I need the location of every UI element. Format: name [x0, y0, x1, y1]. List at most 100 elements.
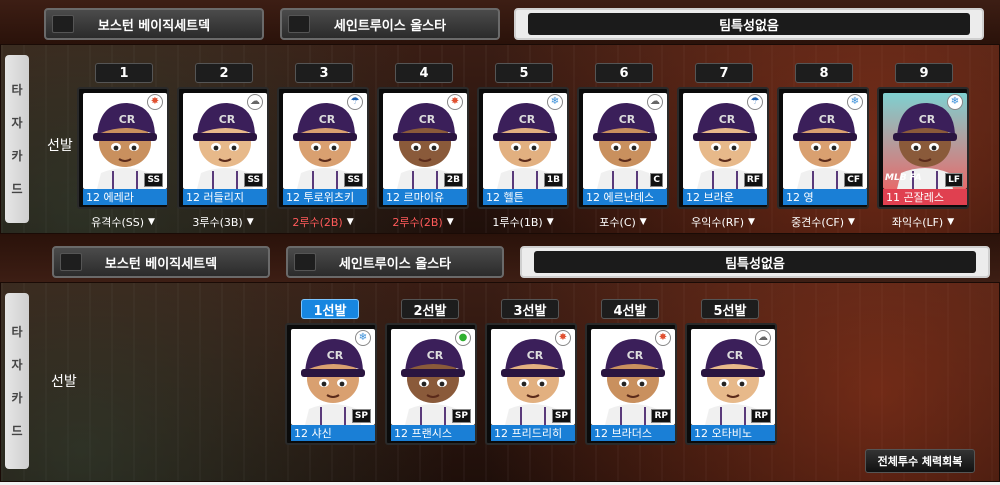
tab-label: 팀특성없음 [534, 251, 976, 273]
svg-text:CR: CR [719, 113, 736, 126]
lineup-row-label: 선발 [47, 138, 73, 154]
fire-icon: ✸ [147, 94, 163, 110]
pitcher-panel: 타 자 카 드 선발 1선발 2선발 3선발 4선발 5선발 CR ❄ SP 12 샤신… [0, 282, 1000, 482]
tab-label: 보스턴 베이직세트덱 [97, 18, 211, 34]
rotation-slot-tab[interactable]: 1선발 [301, 299, 359, 319]
pitcher-card[interactable]: CR ● SP 12 프랜시스 [385, 323, 477, 445]
position-badge: SP [451, 409, 471, 423]
rotation-slot-tab[interactable]: 4선발 [601, 299, 659, 319]
dropdown-arrow-icon: ▼ [446, 217, 454, 227]
player-name: 12 에레라 [83, 189, 167, 205]
tab-label: 팀특성없음 [528, 13, 970, 35]
player-name: 12 투로위츠키 [283, 189, 367, 205]
dropdown-arrow-icon: ▼ [748, 217, 755, 227]
position-badge: CF [844, 173, 863, 187]
batting-order-number: 7 [695, 63, 753, 83]
batter-card[interactable]: CR ☁ C 12 에르난데스 [577, 87, 669, 209]
svg-text:CR: CR [319, 113, 336, 126]
pitcher-card[interactable]: CR ✸ SP 12 프리드리히 [485, 323, 577, 445]
position-badge: SS [344, 173, 363, 187]
svg-text:CR: CR [819, 113, 836, 126]
rotation-slot-tab[interactable]: 3선발 [501, 299, 559, 319]
pitcher-card-side-label: 타 자 카 드 [5, 293, 29, 469]
svg-text:CR: CR [619, 113, 636, 126]
batting-order-number: 8 [795, 63, 853, 83]
rotation-row-label: 선발 [51, 374, 77, 390]
svg-text:CR: CR [119, 113, 136, 126]
position-select[interactable]: 2루수(2B) ▼ [377, 213, 469, 231]
position-select-value: 우익수(RF) [691, 216, 744, 229]
batting-order-number: 4 [395, 63, 453, 83]
batting-order-number: 2 [195, 63, 253, 83]
player-name: 12 헬튼 [483, 189, 567, 205]
position-select[interactable]: 좌익수(LF) ▼ [877, 213, 969, 231]
position-select-value: 3루수(3B) [192, 216, 243, 229]
batter-card[interactable]: CR ❄ CF 12 영 [777, 87, 869, 209]
position-badge: 2B [443, 173, 463, 187]
position-badge: SS [244, 173, 263, 187]
side-char: 타 [11, 83, 23, 97]
tab-deck-stlouis[interactable]: 세인트루이스 올스타 [280, 8, 500, 40]
svg-text:CR: CR [727, 349, 744, 362]
batting-order-number: 9 [895, 63, 953, 83]
position-badge: SP [351, 409, 371, 423]
tab-checkbox [52, 15, 74, 33]
position-select[interactable]: 유격수(SS) ▼ [77, 213, 169, 231]
tab-deck-boston[interactable]: 보스턴 베이직세트덱 [44, 8, 264, 40]
batter-card-side-label: 타 자 카 드 [5, 55, 29, 223]
position-select[interactable]: 1루수(1B) ▼ [477, 213, 569, 231]
tab-checkbox [294, 253, 316, 271]
position-select[interactable]: 포수(C) ▼ [577, 213, 669, 231]
rotation-slot-tab[interactable]: 5선발 [701, 299, 759, 319]
batter-card[interactable]: CR ✸ 2B 12 르마이유 [377, 87, 469, 209]
rotation-slot-tab[interactable]: 2선발 [401, 299, 459, 319]
tab-label: 세인트루이스 올스타 [338, 256, 452, 272]
dropdown-arrow-icon: ▼ [947, 217, 955, 227]
position-badge: RP [751, 409, 771, 423]
player-name: 12 브라운 [683, 189, 767, 205]
position-select-value: 좌익수(LF) [891, 216, 944, 229]
dropdown-arrow-icon: ▼ [246, 217, 254, 227]
position-badge: LF [945, 173, 963, 187]
batter-card[interactable]: CR ❄ MLB FA LF 11 곤잘레스 [877, 87, 969, 209]
svg-text:CR: CR [519, 113, 536, 126]
svg-text:CR: CR [419, 113, 436, 126]
batter-card[interactable]: CR ✸ SS 12 에레라 [77, 87, 169, 209]
position-badge: C [650, 173, 663, 187]
tab-team-trait[interactable]: 팀특성없음 [520, 246, 990, 278]
tab-team-trait[interactable]: 팀특성없음 [514, 8, 984, 40]
batter-card[interactable]: CR ☂ RF 12 브라운 [677, 87, 769, 209]
player-name: 12 영 [783, 189, 867, 205]
fire-icon: ✸ [555, 330, 571, 346]
batting-order-number: 5 [495, 63, 553, 83]
cloud-icon: ☁ [755, 330, 771, 346]
snow-icon: ❄ [355, 330, 371, 346]
batter-card[interactable]: CR ☂ SS 12 투로위츠키 [277, 87, 369, 209]
position-select[interactable]: 우익수(RF) ▼ [677, 213, 769, 231]
top-tabs: 보스턴 베이직세트덱 세인트루이스 올스타 팀특성없음 [0, 8, 1000, 40]
pitcher-card[interactable]: CR ☁ RP 12 오타비노 [685, 323, 777, 445]
tab-deck-stlouis[interactable]: 세인트루이스 올스타 [286, 246, 504, 278]
position-select-value: 중견수(CF) [791, 216, 845, 229]
position-select[interactable]: 2루수(2B) ▼ [277, 213, 369, 231]
batter-card[interactable]: CR ☁ SS 12 러들리지 [177, 87, 269, 209]
pitcher-card[interactable]: CR ❄ SP 12 샤신 [285, 323, 377, 445]
side-char: 카 [11, 149, 23, 163]
batter-card[interactable]: CR ❄ 1B 12 헬튼 [477, 87, 569, 209]
pitcher-card[interactable]: CR ✸ RP 12 브라더스 [585, 323, 677, 445]
tab-deck-boston[interactable]: 보스턴 베이직세트덱 [52, 246, 270, 278]
player-name: 12 오타비노 [691, 425, 775, 441]
dropdown-arrow-icon: ▼ [346, 217, 354, 227]
player-name: 12 프랜시스 [391, 425, 475, 441]
restore-all-pitchers-stamina-button[interactable]: 전체투수 체력회복 [865, 449, 975, 473]
dropdown-arrow-icon: ▼ [848, 217, 855, 227]
fire-icon: ✸ [447, 94, 463, 110]
position-select[interactable]: 3루수(3B) ▼ [177, 213, 269, 231]
side-char: 자 [11, 358, 23, 372]
svg-text:CR: CR [919, 113, 936, 126]
position-badge: SP [551, 409, 571, 423]
umbrella-icon: ☂ [747, 94, 763, 110]
dropdown-arrow-icon: ▼ [148, 217, 155, 227]
side-char: 카 [11, 391, 23, 405]
position-select[interactable]: 중견수(CF) ▼ [777, 213, 869, 231]
